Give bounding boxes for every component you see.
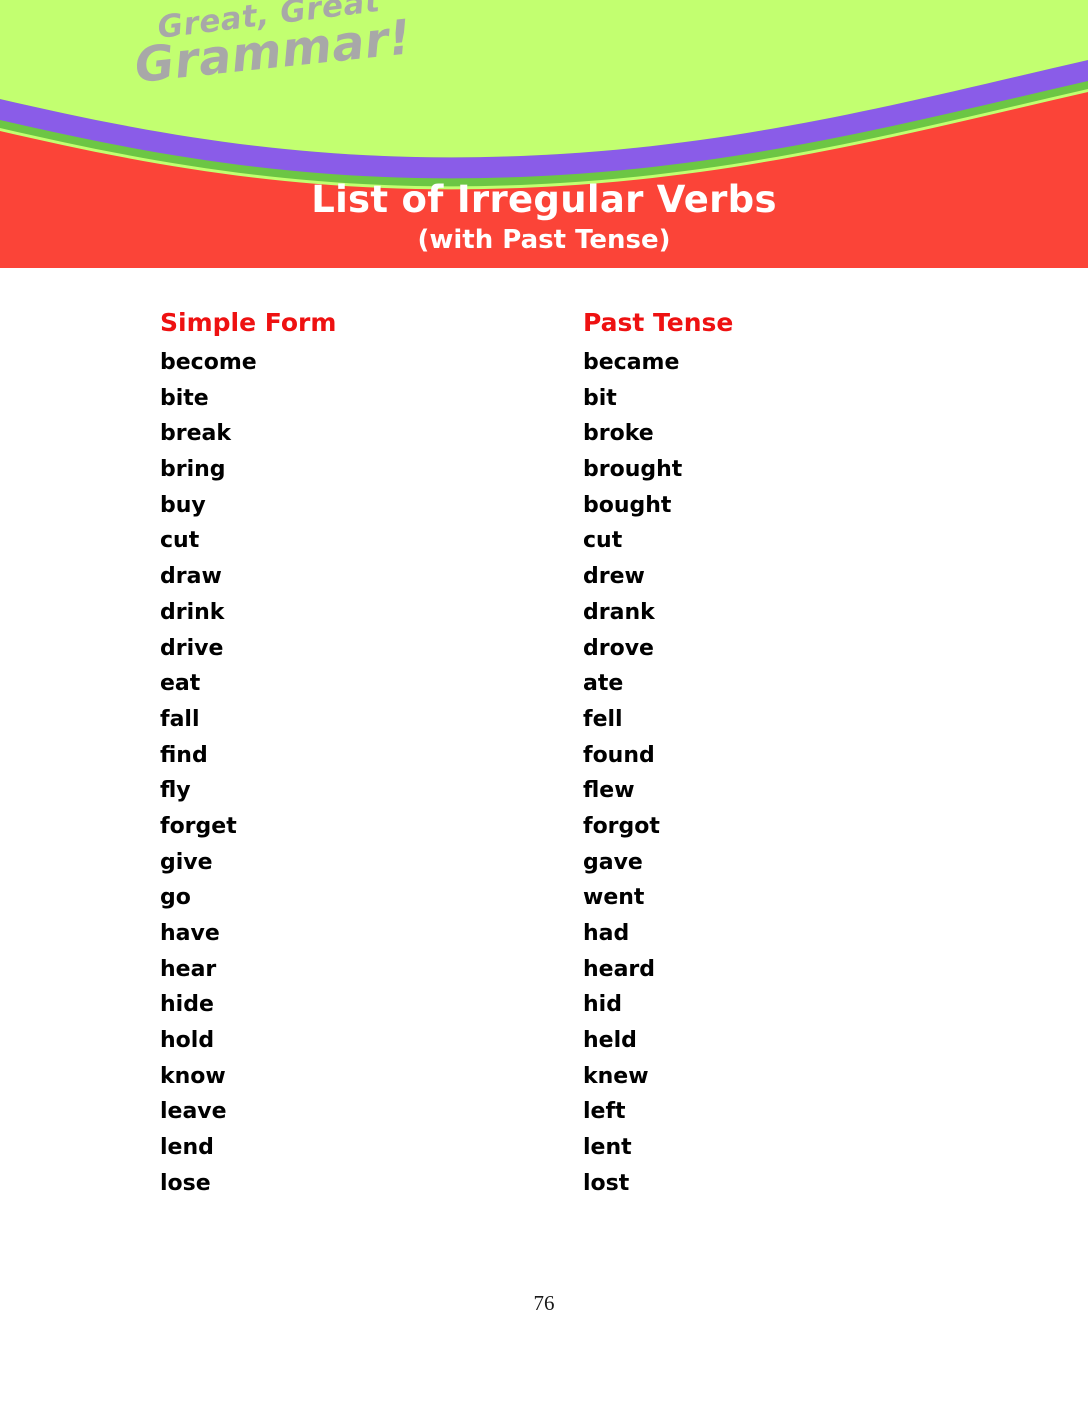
verb-simple-form: forget [160, 813, 237, 839]
banner-wave-graphic [0, 0, 1088, 268]
verb-past-tense: went [583, 885, 645, 911]
verb-past-tense: gave [583, 849, 643, 875]
table-header-row: Simple Form Past Tense [160, 308, 920, 348]
verb-simple-form: fly [160, 778, 191, 804]
table-row: give gave [160, 848, 920, 884]
verb-past-tense: knew [583, 1063, 649, 1089]
table-row: draw drew [160, 562, 920, 598]
table-row: bring brought [160, 455, 920, 491]
verb-simple-form: find [160, 742, 208, 768]
column-header-simple-form: Simple Form [160, 308, 337, 337]
verb-past-tense: left [583, 1099, 626, 1125]
verb-simple-form: drink [160, 599, 225, 625]
irregular-verbs-table: Simple Form Past Tense become became bite b… [160, 308, 920, 1205]
column-header-past-tense: Past Tense [583, 308, 734, 337]
table-row: forget forgot [160, 812, 920, 848]
verb-simple-form: give [160, 849, 213, 875]
verb-simple-form: buy [160, 492, 206, 518]
table-row: fall fell [160, 705, 920, 741]
verb-simple-form: hold [160, 1028, 215, 1054]
verb-simple-form: hide [160, 992, 214, 1018]
verb-past-tense: cut [583, 528, 623, 554]
table-body: become became bite bit break broke bring brough… [160, 348, 920, 1205]
verb-past-tense: broke [583, 421, 654, 447]
verb-past-tense: had [583, 921, 630, 946]
verb-past-tense: hid [583, 992, 622, 1018]
verb-simple-form: fall [160, 706, 200, 732]
verb-past-tense: forgot [583, 813, 660, 839]
verb-simple-form: become [160, 350, 257, 375]
verb-past-tense: held [583, 1028, 637, 1054]
verb-past-tense: bit [583, 385, 617, 411]
verb-past-tense: bought [583, 492, 672, 518]
verb-simple-form: have [160, 921, 220, 946]
verb-simple-form: bring [160, 457, 226, 483]
verb-past-tense: drew [583, 564, 645, 590]
verb-past-tense: became [583, 350, 680, 375]
table-row: leave left [160, 1097, 920, 1133]
table-row: cut cut [160, 526, 920, 562]
verb-simple-form: leave [160, 1099, 227, 1125]
table-row: eat ate [160, 669, 920, 705]
table-row: hold held [160, 1026, 920, 1062]
table-row: find found [160, 741, 920, 777]
verb-past-tense: drank [583, 599, 655, 625]
table-row: break broke [160, 419, 920, 455]
verb-simple-form: drive [160, 635, 224, 661]
verb-simple-form: lose [160, 1170, 211, 1196]
table-row: drink drank [160, 598, 920, 634]
table-row: bite bit [160, 384, 920, 420]
verb-past-tense: brought [583, 457, 683, 483]
verb-simple-form: lend [160, 1135, 214, 1161]
table-row: have had [160, 919, 920, 955]
table-row: go went [160, 883, 920, 919]
table-row: fly flew [160, 776, 920, 812]
verb-simple-form: draw [160, 564, 222, 590]
table-row: lose lost [160, 1169, 920, 1205]
verb-simple-form: know [160, 1063, 226, 1089]
table-row: know knew [160, 1062, 920, 1098]
verb-simple-form: hear [160, 956, 217, 982]
verb-past-tense: fell [583, 706, 623, 732]
verb-simple-form: go [160, 885, 191, 911]
verb-past-tense: drove [583, 635, 654, 661]
page-number: 76 [533, 1291, 555, 1315]
table-row: hear heard [160, 955, 920, 991]
page-banner: Great, Great Grammar! List of Irregular … [0, 0, 1088, 268]
verb-simple-form: bite [160, 385, 209, 411]
verb-past-tense: found [583, 742, 655, 768]
verb-past-tense: heard [583, 956, 656, 982]
table-row: hide hid [160, 990, 920, 1026]
table-row: drive drove [160, 634, 920, 670]
table-row: become became [160, 348, 920, 384]
verb-past-tense: flew [583, 778, 635, 804]
verb-past-tense: lost [583, 1170, 630, 1196]
table-row: buy bought [160, 491, 920, 527]
verb-simple-form: eat [160, 671, 201, 697]
table-row: lend lent [160, 1133, 920, 1169]
verb-simple-form: cut [160, 528, 200, 554]
verb-past-tense: ate [583, 671, 624, 697]
verb-simple-form: break [160, 421, 231, 447]
verb-past-tense: lent [583, 1135, 632, 1161]
